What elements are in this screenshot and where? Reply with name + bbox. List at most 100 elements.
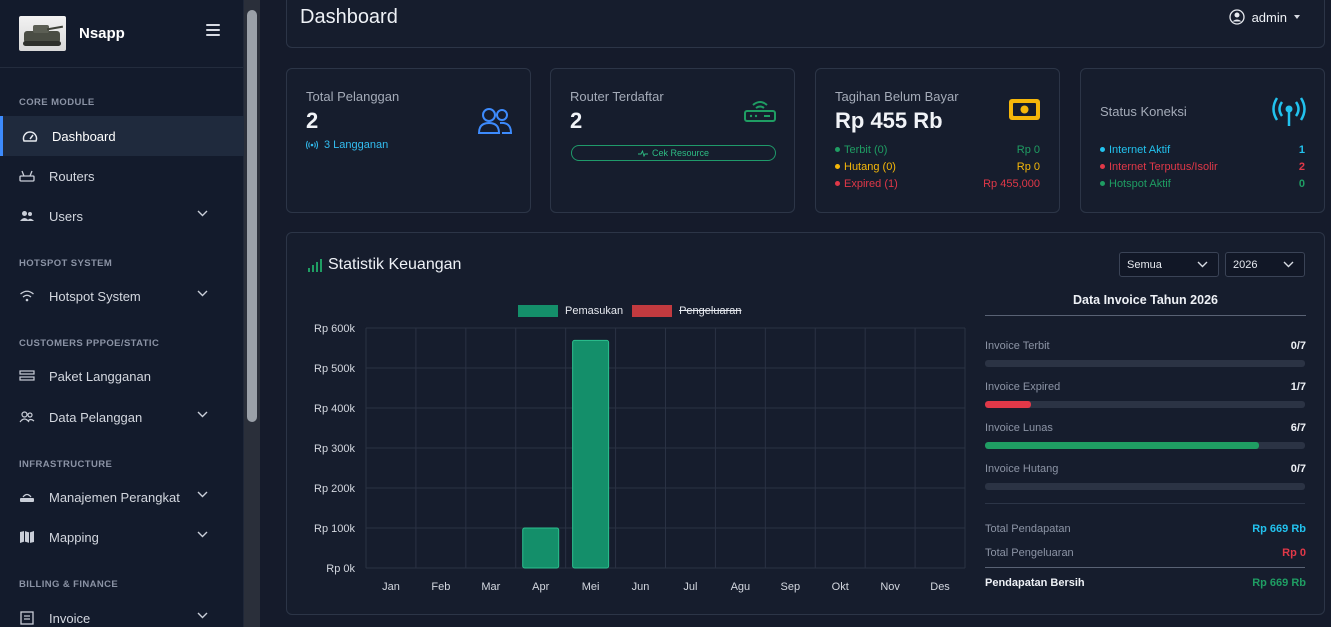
money-bill-icon xyxy=(1009,99,1040,120)
sum-label: Pendapatan Bersih xyxy=(985,577,1085,589)
section-billing-finance: BILLING & FINANCE xyxy=(19,579,119,590)
statistik-keuangan-panel: Statistik Keuangan Semua 2026 Pemasukan … xyxy=(286,232,1325,615)
main-content: Dashboard admin Total Pelanggan 2 3 Lang… xyxy=(260,0,1331,627)
koneksi-internet-aktif-row: Internet Aktif 1 xyxy=(1100,144,1305,156)
broadcast-icon xyxy=(306,140,318,150)
langganan-link[interactable]: 3 Langganan xyxy=(306,139,388,151)
sidebar-item-mapping[interactable]: Mapping xyxy=(0,517,244,557)
map-icon xyxy=(19,530,35,544)
row-amount: Rp 0 xyxy=(1016,161,1040,173)
brand-name: Nsapp xyxy=(79,25,125,42)
y-tick-label: Rp 500k xyxy=(314,363,355,375)
row-label: Expired (1) xyxy=(844,178,898,190)
invoice-lunas-row: Invoice Lunas 6/7 xyxy=(985,422,1306,449)
activity-icon xyxy=(637,149,648,157)
card-label: Tagihan Belum Bayar xyxy=(835,89,959,104)
broadcast-tower-icon xyxy=(1272,97,1306,126)
progress-fill xyxy=(985,401,1031,408)
y-tick-label: Rp 0k xyxy=(326,563,355,575)
section-infrastructure: INFRASTRUCTURE xyxy=(19,459,113,470)
invoice-icon xyxy=(19,611,35,625)
x-tick-label: Jul xyxy=(683,581,697,593)
sum-value: Rp 0 xyxy=(1282,547,1306,559)
sidebar-item-label: Routers xyxy=(49,168,95,184)
sum-label: Total Pengeluaran xyxy=(985,547,1074,559)
sidebar: Nsapp CORE MODULE Dashboard Routers User… xyxy=(0,0,244,627)
chevron-down-icon xyxy=(197,411,208,418)
progress-track xyxy=(985,360,1305,367)
card-label: Status Koneksi xyxy=(1100,104,1187,119)
progress-fill xyxy=(985,442,1260,449)
tagihan-expired-row: Expired (1) Rp 455,000 xyxy=(835,178,1040,190)
filter-type-value: Semua xyxy=(1127,258,1162,271)
x-tick-label: Mar xyxy=(481,581,500,593)
router-icon xyxy=(744,101,776,122)
section-core-module: CORE MODULE xyxy=(19,97,95,108)
users-icon xyxy=(19,209,35,223)
sidebar-item-label: Paket Langganan xyxy=(49,368,151,384)
list-icon xyxy=(19,369,35,383)
invoice-row-count: 0/7 xyxy=(1290,340,1306,352)
page-title: Dashboard xyxy=(300,6,398,28)
invoice-row-label: Invoice Expired xyxy=(985,381,1061,393)
sidebar-scrollbar-thumb[interactable] xyxy=(247,10,257,422)
devices-icon xyxy=(19,490,35,504)
koneksi-hotspot-aktif-row: Hotspot Aktif 0 xyxy=(1100,178,1305,190)
sidebar-item-data-pelanggan[interactable]: Data Pelanggan xyxy=(0,397,244,437)
invoice-row-count: 1/7 xyxy=(1290,381,1306,393)
langganan-link-label: 3 Langganan xyxy=(324,139,389,151)
status-dot xyxy=(1100,146,1105,152)
status-dot xyxy=(835,163,840,169)
chevron-down-icon xyxy=(197,210,208,217)
y-tick-label: Rp 400k xyxy=(314,403,355,415)
user-menu[interactable]: admin xyxy=(1228,9,1300,25)
filter-year-select[interactable]: 2026 xyxy=(1225,252,1305,277)
y-tick-label: Rp 200k xyxy=(314,483,355,495)
sum-label: Total Pendapatan xyxy=(985,523,1071,535)
koneksi-terputus-row: Internet Terputus/Isolir 2 xyxy=(1100,161,1305,173)
tagihan-hutang-row: Hutang (0) Rp 0 xyxy=(835,161,1040,173)
menu-toggle-icon[interactable] xyxy=(206,24,220,36)
caret-down-icon xyxy=(1294,15,1300,19)
sidebar-item-paket-langganan[interactable]: Paket Langganan xyxy=(0,356,244,396)
x-tick-label: Nov xyxy=(880,581,900,593)
brand-logo[interactable] xyxy=(19,16,66,51)
x-tick-label: Feb xyxy=(431,581,450,593)
card-label: Total Pelanggan xyxy=(306,89,400,104)
cek-resource-button[interactable]: Cek Resource xyxy=(571,145,776,161)
cek-resource-label: Cek Resource xyxy=(651,148,710,158)
sum-value: Rp 669 Rb xyxy=(1252,523,1306,535)
sidebar-item-label: Users xyxy=(49,208,83,224)
sidebar-item-dashboard[interactable]: Dashboard xyxy=(0,116,244,156)
row-label: Hotspot Aktif xyxy=(1109,178,1171,190)
dashboard-gauge-icon xyxy=(22,129,38,143)
invoice-row-label: Invoice Hutang xyxy=(985,463,1059,475)
row-count: 2 xyxy=(1298,161,1305,173)
sidebar-item-label: Hotspot System xyxy=(49,288,141,304)
sidebar-item-label: Mapping xyxy=(49,529,99,545)
status-dot xyxy=(835,146,840,152)
total-pengeluaran-row: Total Pengeluaran Rp 0 xyxy=(985,547,1306,559)
invoice-row-count: 0/7 xyxy=(1290,463,1306,475)
row-label: Hutang (0) xyxy=(844,161,896,173)
row-amount: Rp 455,000 xyxy=(983,178,1040,190)
progress-track xyxy=(985,483,1305,490)
bar-chart-icon xyxy=(308,259,322,272)
status-dot xyxy=(1100,163,1105,169)
router-icon xyxy=(19,169,35,183)
sidebar-item-users[interactable]: Users xyxy=(0,196,244,236)
x-tick-label: Sep xyxy=(781,581,801,593)
bar-pemasukan-mei xyxy=(572,339,610,569)
wifi-icon xyxy=(19,289,35,303)
sidebar-item-routers[interactable]: Routers xyxy=(0,156,244,196)
row-label: Terbit (0) xyxy=(844,144,888,156)
filter-type-select[interactable]: Semua xyxy=(1119,252,1219,277)
invoice-row-label: Invoice Lunas xyxy=(985,422,1053,434)
y-tick-label: Rp 100k xyxy=(314,523,355,535)
sidebar-item-invoice[interactable]: Invoice xyxy=(0,598,244,627)
pendapatan-bersih-row: Pendapatan Bersih Rp 669 Rb xyxy=(985,577,1306,589)
customers-icon xyxy=(19,410,35,424)
sidebar-item-hotspot-system[interactable]: Hotspot System xyxy=(0,276,244,316)
sidebar-item-manajemen-perangkat[interactable]: Manajemen Perangkat xyxy=(0,477,244,517)
user-name: admin xyxy=(1251,9,1287,25)
